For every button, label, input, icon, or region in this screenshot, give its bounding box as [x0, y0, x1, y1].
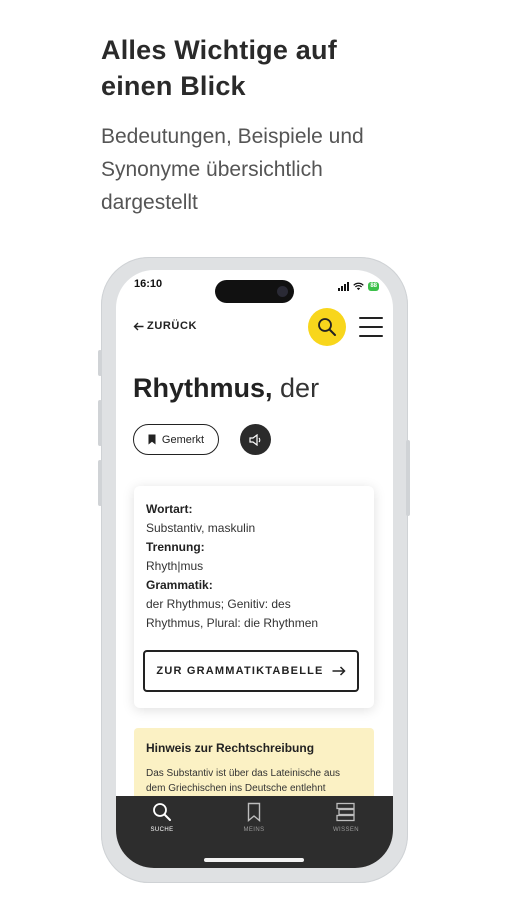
hint-body: Das Substantiv ist über das Lateinische … — [146, 766, 362, 796]
bookmark-icon — [247, 802, 261, 822]
audio-pronunciation-button[interactable] — [240, 424, 271, 455]
bookmark-button[interactable]: Gemerkt — [133, 424, 219, 455]
grammar-table-button[interactable]: ZUR GRAMMATIKTABELLE — [143, 650, 359, 692]
search-icon — [153, 803, 171, 821]
entry-word: Rhythmus, — [133, 373, 273, 403]
hamburger-menu-icon — [359, 317, 383, 319]
promo-subline-line3: dargestellt — [101, 191, 198, 214]
trennung-value: Rhyth|mus — [146, 559, 204, 573]
status-time: 16:10 — [134, 278, 163, 290]
tab-suche-label: SUCHE — [150, 827, 174, 833]
phone-screen: 16:10 88 ZURÜCK Rhythmus, der Gemerkt Wo… — [116, 270, 393, 868]
books-icon — [336, 802, 355, 822]
grammar-table-button-label: ZUR GRAMMATIKTABELLE — [156, 665, 324, 677]
phone-side-button-power — [406, 440, 410, 516]
arrow-right-icon — [332, 666, 346, 676]
search-icon — [318, 318, 336, 336]
trennung-label: Trennung: — [146, 540, 205, 554]
bookmark-filled-icon — [148, 434, 156, 445]
promo-subline-line1: Bedeutungen, Beispiele und — [101, 125, 364, 148]
phone-side-button-volume-down — [98, 460, 102, 506]
tab-wissen-label: WISSEN — [332, 827, 360, 833]
promo-subline: Bedeutungen, Beispiele und Synonyme über… — [101, 120, 421, 219]
back-label: ZURÜCK — [147, 320, 198, 332]
speaker-icon — [248, 433, 260, 446]
signal-icon — [338, 282, 350, 291]
grammatik-label: Grammatik: — [146, 578, 213, 592]
entry-headword: Rhythmus, der — [133, 370, 319, 406]
search-button[interactable] — [308, 308, 346, 346]
grammar-info-card: Wortart: Substantiv, maskulin Trennung: … — [134, 486, 374, 708]
dynamic-island — [215, 280, 294, 303]
promo-headline-line1: Alles Wichtige auf — [101, 35, 337, 65]
status-icons: 88 — [338, 282, 379, 291]
promo-headline: Alles Wichtige auf einen Blick — [101, 32, 421, 104]
home-indicator[interactable] — [204, 858, 304, 862]
grammatik-value-line2: Rhythmus, Plural: die Rhythmen — [146, 616, 319, 630]
tab-meins-label: MEINS — [243, 827, 265, 833]
wifi-icon — [353, 282, 365, 291]
hint-body-line1: Das Substantiv ist über das Lateinische … — [146, 768, 340, 779]
phone-side-button-mute — [98, 350, 102, 376]
tab-suche[interactable]: SUCHE — [132, 802, 192, 833]
tab-meins[interactable]: MEINS — [224, 802, 284, 833]
bookmark-label: Gemerkt — [161, 433, 205, 446]
promo-subline-line2: Synonyme übersichtlich — [101, 158, 323, 181]
back-button[interactable]: ZURÜCK — [133, 320, 197, 332]
phone-side-button-volume-up — [98, 400, 102, 446]
grammatik-value-line1: der Rhythmus; Genitiv: des — [146, 597, 291, 611]
hint-body-line2: dem Griechischen ins Deutsche entlehnt — [146, 783, 326, 794]
hint-title: Hinweis zur Rechtschreibung — [146, 741, 315, 755]
camera-icon — [277, 286, 288, 297]
wortart-value: Substantiv, maskulin — [146, 521, 256, 535]
hamburger-menu-button[interactable] — [359, 317, 383, 337]
battery-indicator: 88 — [368, 282, 379, 291]
tab-wissen[interactable]: WISSEN — [316, 802, 376, 833]
arrow-left-icon — [133, 322, 144, 330]
promo-headline-line2: einen Blick — [101, 71, 246, 101]
wortart-label: Wortart: — [146, 502, 193, 516]
entry-article: der — [280, 373, 320, 403]
